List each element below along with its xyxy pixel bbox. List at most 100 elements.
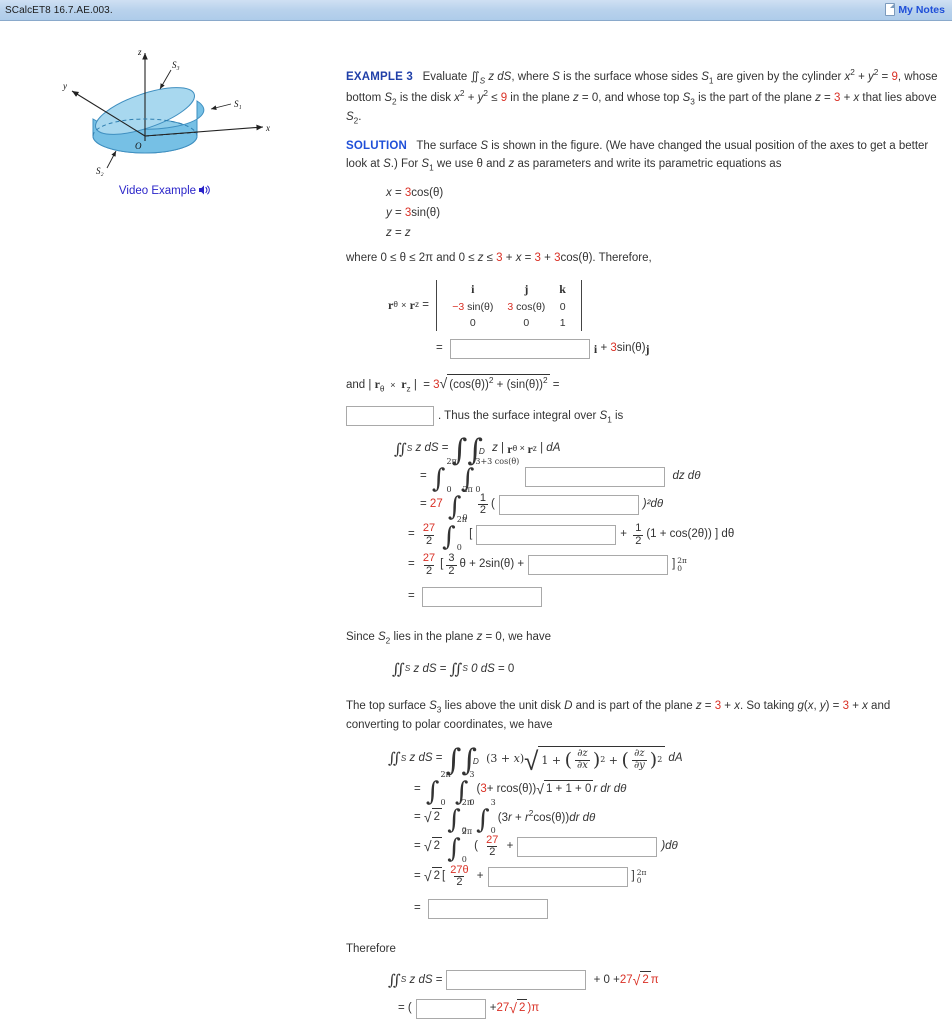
answer-box-polar-1[interactable] (517, 836, 658, 857)
rcos-theta-expr: + rcos(θ)) (486, 783, 537, 796)
unit-vector-k: k (559, 282, 566, 297)
solution-label: SOLUTION (346, 140, 408, 153)
top-header-bar: SCalcET8 16.7.AE.003. My Notes (0, 0, 952, 21)
coefficient-27-a: 27 (429, 498, 443, 511)
integral-s3-line-3: = √ 2 ∫ 2π 0 ∫ 3 0 (3r + r2cos(θ))dr dθ (414, 798, 596, 835)
integral-s3-block: ∬ S z dS = ∫ ∫ D (3 + x) √ 1 + ( ∂z ∂x ) 2 + … (346, 745, 946, 920)
sqrt-2-a: √ 2 (424, 807, 443, 829)
sqrt-1plus1plus0: √ 1 + 1 + 0 (536, 779, 594, 801)
integral-s1-line-4: = 27 2 ∫ 2π 0 [ + 1 2 (1 + cos(2θ)) ] dθ (408, 515, 735, 553)
matrix-cell-r2c2: 0 (523, 317, 530, 330)
integral-s3-line-5: = √ 2[ 27θ 2 + ] 2π 0 (414, 863, 647, 889)
integral-s1-block: ∬ S z dS = ∫ ∫ D z | rθ × rz | dA = ∫ 2π 0 … (346, 436, 946, 608)
integral-0-to-2pi-f: ∫ 2π 0 (447, 826, 473, 864)
limit-upper-2pi-d: 2π (440, 770, 451, 780)
limit-upper-2pi-a: 2π (446, 456, 457, 466)
assignment-id-label: SCalcET8 16.7.AE.003. (5, 4, 113, 16)
determinant-matrix: i j k −3 sin(θ) 3 cos(θ) 0 0 0 1 (436, 280, 582, 332)
matrix-row-1: −3 sin(θ) 3 cos(θ) 0 (445, 299, 573, 315)
solution-intro-text: The surface S is shown in the figure. (W… (346, 140, 929, 173)
axis-label-y: y (62, 81, 67, 91)
answer-box-s3-result[interactable] (427, 899, 548, 920)
limit-upper-2pi-c: 2π (456, 515, 468, 525)
answer-box-magnitude[interactable] (346, 406, 434, 427)
axis-label-z: z (137, 47, 142, 57)
my-notes-button[interactable]: My Notes (885, 3, 945, 16)
integral-0-to-2pi-b: ∫ 2π 0 (447, 484, 473, 522)
my-notes-label: My Notes (898, 3, 945, 16)
cross-product-result: = i + 3 sin(θ) j (388, 339, 946, 360)
integral-0-to-2pi-c: ∫ 2π 0 (442, 515, 468, 553)
fraction-27-over-2-b: 27 2 (422, 552, 436, 577)
pi-symbol-a: π (650, 973, 659, 986)
limit-upper-2pi-f: 2π (461, 826, 473, 836)
magnitude-line: and | rθ × rz | = 3 √ (cos(θ))2 + (sin(θ))… (346, 373, 560, 395)
cross-product-block: rθ × rz = i j k −3 sin(θ) 3 cos(θ) 0 0 0… (346, 280, 946, 360)
answer-box-integrand-3[interactable] (476, 525, 617, 546)
fraction-3-over-2: 3 2 (446, 552, 457, 577)
domain-statement: where 0 ≤ θ ≤ 2π and 0 ≤ z ≤ 3 + x = 3 +… (346, 252, 652, 265)
answer-box-s1-result[interactable] (421, 587, 542, 608)
power-two-dtheta: )²dθ (642, 498, 664, 511)
limit-lower-0-e: 0 (440, 798, 446, 808)
answer-box-polar-2[interactable] (487, 866, 628, 887)
answer-box-integrand-2[interactable] (498, 494, 639, 515)
solution-column: EXAMPLE 3 Evaluate ∬S z dS, where S is t… (346, 67, 946, 1024)
limit-lower-0-i: 0 (461, 854, 467, 864)
limit-upper-3plus3cos: 3+3 cos(θ) (475, 456, 520, 466)
matrix-cell-r2c3: 1 (559, 317, 566, 330)
limit-upper-2pi-b: 2π (462, 484, 473, 494)
integral-0-to-3plus3cos: ∫ 3+3 cos(θ) 0 (460, 456, 520, 494)
answer-box-integrand-1[interactable] (525, 466, 666, 487)
matrix-row-2: 0 0 1 (445, 315, 573, 331)
note-page-icon (885, 3, 896, 16)
sqrt-magnitude: √ (cos(θ))2 + (sin(θ))2 (440, 373, 550, 395)
answer-box-final-2[interactable] (415, 998, 486, 1019)
final-answer-block: ∬ S z dS = + 0 + 27 √ 2 π = ( + 27 √ 2)π (346, 969, 946, 1020)
integral-0-to-2pi-d: ∫ 2π 0 (425, 770, 451, 808)
limit-upper-3-b: 3 (490, 798, 496, 807)
integral-0-to-3-a: ∫ 3 0 (454, 770, 475, 808)
integral-s3-line-6: = (388, 899, 946, 920)
param-eq-x: x = 3 cos(θ) (386, 186, 444, 199)
matrix-cell-r1c1: −3 sin(θ) (452, 300, 494, 313)
s3-statement: The top surface S3 lies above the unit d… (346, 699, 891, 731)
video-example-link[interactable]: Video Example (0, 184, 330, 199)
param-eq-z: z = z (386, 226, 411, 239)
dtheta-label-a: )dθ (661, 839, 678, 852)
r-dr-dtheta: r dr dθ (593, 783, 627, 796)
matrix-cell-r1c3: 0 (559, 300, 566, 313)
limit-lower-0-d: 0 (456, 543, 462, 553)
answer-box-antiderivative-1[interactable] (528, 555, 669, 576)
fraction-one-half-b: 1 2 (633, 521, 644, 547)
integral-s1-line-2: = ∫ 2π 0 ∫ 3+3 cos(θ) 0 dz dθ (420, 456, 701, 494)
sqrt-partial-derivatives: √ 1 + ( ∂z ∂x ) 2 + ( ∂z ∂y ) 2 (524, 746, 666, 773)
speaker-icon (198, 184, 211, 199)
answer-box-final-1[interactable] (446, 970, 587, 991)
param-eq-y: y = 3 sin(θ) (386, 206, 441, 219)
cross-product-determinant: rθ × rz = i j k −3 sin(θ) 3 cos(θ) 0 0 0… (388, 280, 946, 332)
evaluation-limits-b: 2π 0 (636, 867, 647, 885)
matrix-cell-r2c1: 0 (469, 317, 476, 330)
surface-label-s2: S₂ (96, 166, 104, 176)
answer-box-cross-product-i[interactable] (449, 339, 590, 360)
integral-s1-line-5: = 27 2 [ 3 2 θ + 2sin(θ) + ] 2π 0 (408, 552, 687, 577)
fraction-27-over-2-c: 27 2 (486, 833, 499, 859)
integral-s3-line-4: = √ 2 ∫ 2π 0 ( 27 2 + )dθ (414, 826, 678, 864)
integral-s1-line-3: = 27 ∫ 2π 0 1 2 ( )²dθ (420, 484, 664, 522)
magnitude-answer-line: . Thus the surface integral over S1 is (346, 406, 946, 427)
coefficient-27-final-b: 27 (496, 1002, 510, 1015)
plus-sign-final: + (489, 1002, 497, 1015)
axis-label-x: x (265, 123, 270, 133)
differential-dz-dtheta: dz dθ (672, 469, 701, 482)
surface-label-s3: S₃ (172, 60, 180, 70)
figure-column: z x y O S₃ S₁ S₂ Video Example (0, 21, 330, 199)
parametric-equations: x = 3 cos(θ) y = 3 sin(θ) z = z (346, 185, 946, 242)
problem-statement: EXAMPLE 3 Evaluate ∬S z dS, where S is t… (346, 67, 946, 128)
integral-0-to-3-b: ∫ 3 0 (476, 798, 496, 835)
coefficient-27-final: 27 (619, 973, 633, 986)
theta-plus-2sin: θ + 2sin(θ) + (459, 558, 525, 571)
unit-vector-j: j (524, 282, 529, 297)
fraction-one-half-a: 1 2 (477, 491, 488, 517)
video-example-label: Video Example (118, 185, 197, 197)
